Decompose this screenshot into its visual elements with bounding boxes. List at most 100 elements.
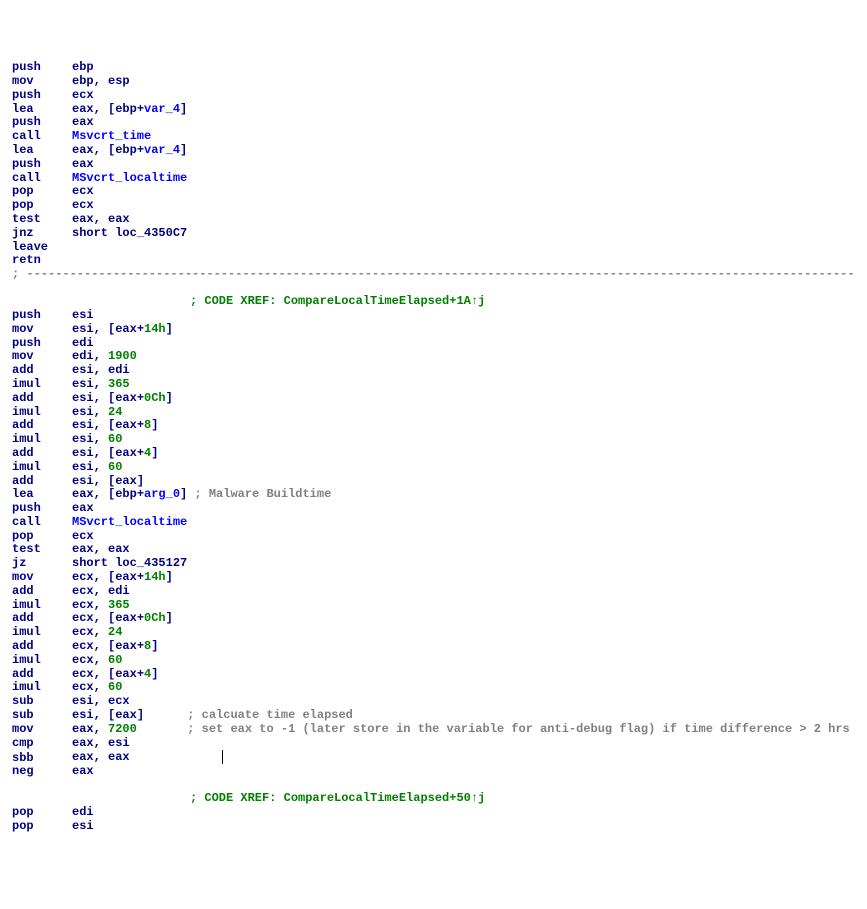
mnemonic: push	[12, 502, 72, 516]
operand-reg: eax	[72, 722, 94, 736]
mnemonic: add	[12, 392, 72, 406]
operand-punct: ,	[94, 694, 108, 708]
operand-num: 60	[108, 432, 122, 446]
operand-num: 60	[108, 460, 122, 474]
mnemonic: imul	[12, 433, 72, 447]
operand-punct: ,	[94, 584, 108, 598]
mnemonic: pop	[12, 820, 72, 834]
operand-reg: eax	[115, 611, 137, 625]
asm-line: leaeax, [ebp+arg_0] ; Malware Buildtime	[12, 488, 855, 502]
mnemonic: mov	[12, 723, 72, 737]
mnemonic: test	[12, 543, 72, 557]
operand-punct: ,	[94, 751, 108, 765]
mnemonic: mov	[12, 323, 72, 337]
operand-punct: ]	[166, 391, 173, 405]
operand-num: 60	[108, 653, 122, 667]
asm-line: movebp, esp	[12, 75, 855, 89]
asm-line: imulesi, 60	[12, 433, 855, 447]
operand-reg: ecx	[72, 184, 94, 198]
operand-reg: esi	[72, 418, 94, 432]
operand-reg: esi	[72, 432, 94, 446]
operand-fn: MSvcrt_localtime	[72, 515, 187, 529]
asm-line: pushesi	[12, 309, 855, 323]
asm-line: sbbeax, eax	[12, 750, 855, 765]
operand-punct: , [	[94, 474, 116, 488]
operand-punct: ,	[94, 542, 108, 556]
operand-reg: eax	[72, 542, 94, 556]
operand-reg: esi	[72, 446, 94, 460]
operand-punct: +	[137, 446, 144, 460]
asm-line: imulecx, 60	[12, 681, 855, 695]
operand-punct: ,	[94, 377, 108, 391]
operand-reg: eax	[115, 570, 137, 584]
mnemonic: add	[12, 612, 72, 626]
operand-reg: eax	[72, 764, 94, 778]
operand-reg: ecx	[72, 625, 94, 639]
asm-line: pushecx	[12, 89, 855, 103]
operand-punct: ]	[180, 143, 187, 157]
mnemonic: add	[12, 668, 72, 682]
mnemonic: mov	[12, 571, 72, 585]
operand-reg: ecx	[72, 529, 94, 543]
operand-punct: ]	[151, 667, 158, 681]
mnemonic: imul	[12, 378, 72, 392]
operand-punct: +	[137, 487, 144, 501]
asm-line: pushedi	[12, 337, 855, 351]
asm-line: cmpeax, esi	[12, 737, 855, 751]
operand-reg: ecx	[72, 653, 94, 667]
operand-reg: eax	[72, 501, 94, 515]
operand-reg: ebp	[72, 60, 94, 74]
operand-reg: edi	[72, 805, 94, 819]
mnemonic: cmp	[12, 737, 72, 751]
operand-num: 60	[108, 680, 122, 694]
operand-reg: esi	[72, 405, 94, 419]
mnemonic: mov	[12, 75, 72, 89]
disassembly-listing: pushebpmovebp, esppushecxleaeax, [ebp+va…	[12, 61, 855, 833]
mnemonic: call	[12, 516, 72, 530]
mnemonic: lea	[12, 144, 72, 158]
mnemonic: push	[12, 61, 72, 75]
operand-reg: eax	[72, 143, 94, 157]
operand-punct: ,	[94, 460, 108, 474]
operand-reg: ecx	[72, 611, 94, 625]
operand-fn: Msvcrt_time	[72, 129, 151, 143]
operand-punct: , [	[94, 391, 116, 405]
mnemonic: sub	[12, 709, 72, 723]
operand-reg: esi	[72, 391, 94, 405]
operand-punct: ,	[94, 405, 108, 419]
operand-lbl: loc_435127	[115, 556, 187, 570]
operand-reg: esi	[72, 322, 94, 336]
mnemonic: imul	[12, 461, 72, 475]
asm-line: negeax	[12, 765, 855, 779]
asm-line: pusheax	[12, 158, 855, 172]
asm-line: callMSvcrt_localtime	[12, 172, 855, 186]
mnemonic: add	[12, 447, 72, 461]
asm-line: addesi, [eax+4]	[12, 447, 855, 461]
operand-punct: +	[137, 102, 144, 116]
operand-reg: edi	[108, 584, 130, 598]
asm-line: popedi	[12, 806, 855, 820]
operand-punct: ,	[94, 74, 108, 88]
operand-num: 0Ch	[144, 611, 166, 625]
operand-punct: ]	[166, 611, 173, 625]
operand-reg: eax	[115, 474, 137, 488]
asm-line: leave	[12, 241, 855, 255]
mnemonic: test	[12, 213, 72, 227]
operand-punct: ]	[137, 708, 144, 722]
operand-punct: ]	[137, 474, 144, 488]
operand-punct: , [	[94, 611, 116, 625]
asm-line: retn	[12, 254, 855, 268]
operand-reg: eax	[115, 418, 137, 432]
mnemonic: neg	[12, 765, 72, 779]
asm-line: imulecx, 60	[12, 654, 855, 668]
operand-reg: esi	[108, 736, 130, 750]
operand-reg: short	[72, 556, 115, 570]
comment: ; set eax to -1 (later store in the vari…	[187, 722, 850, 736]
mnemonic: imul	[12, 681, 72, 695]
asm-line: addesi, [eax+8]	[12, 419, 855, 433]
asm-line: moveax, 7200 ; set eax to -1 (later stor…	[12, 723, 855, 737]
operand-punct: +	[137, 639, 144, 653]
mnemonic: add	[12, 364, 72, 378]
operand-reg: esi	[72, 694, 94, 708]
operand-punct: ,	[94, 680, 108, 694]
